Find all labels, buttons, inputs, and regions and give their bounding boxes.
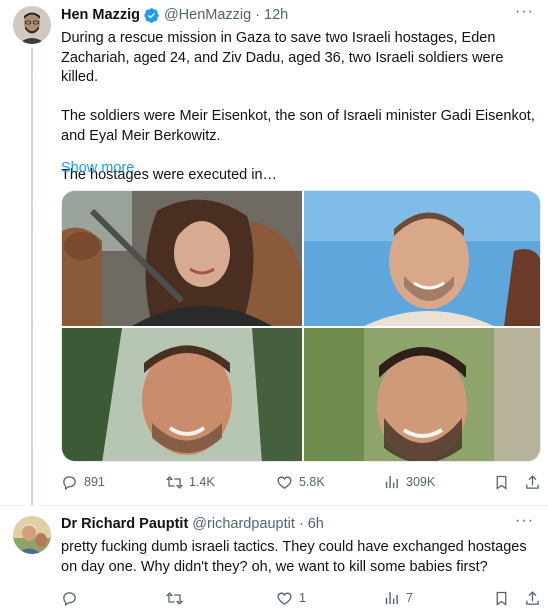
timestamp[interactable]: 6h	[308, 514, 324, 534]
media-photo[interactable]	[62, 328, 302, 461]
media-photo[interactable]	[304, 191, 540, 326]
reply-icon	[63, 475, 76, 490]
share-button[interactable]	[524, 471, 541, 493]
share-button[interactable]	[524, 587, 541, 609]
tweet-header: Hen Mazzig @HenMazzig · 12h	[61, 5, 288, 25]
reply-button[interactable]: 891	[61, 471, 105, 493]
more-icon[interactable]: ···	[515, 3, 534, 21]
retweet-button[interactable]	[166, 587, 189, 609]
like-button[interactable]: 5.8K	[276, 471, 325, 493]
bookmark-icon	[496, 475, 507, 490]
retweet-button[interactable]: 1.4K	[166, 471, 215, 493]
reply-count: 891	[84, 475, 105, 489]
views-icon	[385, 591, 398, 604]
media-photo[interactable]	[304, 328, 540, 461]
avatar[interactable]	[13, 516, 51, 554]
retweet-icon	[166, 591, 183, 605]
reply-icon	[63, 591, 76, 606]
separator-dot: ·	[255, 7, 261, 23]
tweet-paragraph: During a rescue mission in Gaza to save …	[61, 30, 504, 85]
views-icon	[385, 475, 398, 488]
views-count: 309K	[406, 475, 436, 489]
reply-button[interactable]	[61, 587, 84, 609]
bookmark-icon	[496, 591, 507, 606]
verified-badge-icon	[143, 7, 160, 24]
retweet-count: 1.4K	[189, 475, 215, 489]
tweet-actions: 891 1.4K 5.8K 309K	[61, 471, 545, 493]
timestamp[interactable]: 12h	[264, 5, 288, 25]
author-handle[interactable]: @richardpauptit	[192, 514, 295, 534]
tweet-header: Dr Richard Pauptit @richardpauptit · 6h	[61, 514, 324, 534]
like-button[interactable]: 1	[276, 587, 306, 609]
views-button[interactable]: 7	[383, 587, 413, 609]
heart-icon	[277, 592, 292, 605]
tweet[interactable]: Dr Richard Pauptit @richardpauptit · 6h …	[0, 505, 548, 612]
bookmark-button[interactable]	[493, 587, 510, 609]
more-icon[interactable]: ···	[515, 512, 534, 530]
avatar[interactable]	[13, 6, 51, 44]
media-grid	[61, 190, 541, 462]
show-more-link[interactable]: Show more	[61, 160, 134, 176]
tweet-text: pretty fucking dumb israeli tactics. The…	[61, 539, 527, 575]
thread-line	[31, 48, 33, 505]
like-count: 1	[299, 591, 306, 605]
separator-dot: ·	[298, 516, 304, 532]
media-photo[interactable]	[62, 191, 302, 326]
tweet-actions: 1 7	[61, 587, 545, 609]
author-handle[interactable]: @HenMazzig	[164, 5, 251, 25]
views-count: 7	[406, 591, 413, 605]
author-name[interactable]: Dr Richard Pauptit	[61, 514, 188, 534]
author-name[interactable]: Hen Mazzig	[61, 5, 140, 25]
bookmark-button[interactable]	[493, 471, 510, 493]
retweet-icon	[166, 475, 183, 489]
like-count: 5.8K	[299, 475, 325, 489]
heart-icon	[277, 476, 292, 489]
tweet[interactable]: Hen Mazzig @HenMazzig · 12h ··· During a…	[0, 0, 548, 505]
share-icon	[526, 474, 539, 489]
share-icon	[526, 590, 539, 605]
tweet-paragraph: The soldiers were Meir Eisenkot, the son…	[61, 108, 535, 144]
views-button[interactable]: 309K	[383, 471, 435, 493]
